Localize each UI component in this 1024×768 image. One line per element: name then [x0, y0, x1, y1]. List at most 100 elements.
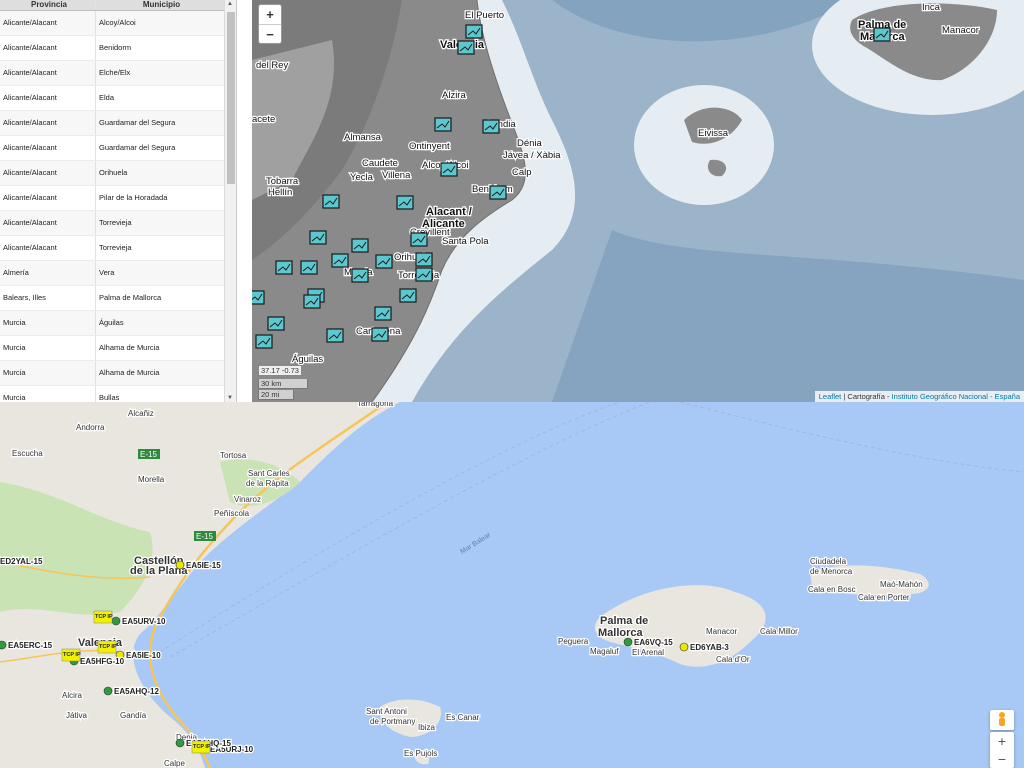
ign-zoom-out-button[interactable]: −: [259, 25, 281, 44]
cell-municipio: Torrevieja: [99, 218, 132, 227]
cell-municipio: Torrevieja: [99, 243, 132, 252]
table-row[interactable]: Alicante/Alacant Elche/Elx: [0, 61, 224, 86]
tcp-ip-tag[interactable]: TCP IP: [93, 610, 113, 624]
cell-provincia: Alicante/Alacant: [0, 236, 96, 260]
tcp-ip-tag[interactable]: TCP IP: [61, 648, 81, 662]
header-provincia[interactable]: Provincia: [0, 0, 96, 10]
station-marker-icon[interactable]: [300, 260, 318, 275]
google-place-label: Sant Carles: [248, 469, 290, 478]
station-marker-icon[interactable]: [309, 230, 327, 245]
station-marker-icon[interactable]: [873, 27, 891, 42]
google-zoom-control: + −: [990, 732, 1014, 768]
street-view-pegman-icon[interactable]: [990, 710, 1014, 730]
table-row[interactable]: Alicante/Alacant Guardamar del Segura: [0, 136, 224, 161]
station-marker-icon[interactable]: [331, 253, 349, 268]
table-row[interactable]: Murcia Águilas: [0, 311, 224, 336]
scroll-up-arrow-icon[interactable]: ▲: [227, 1, 233, 7]
cell-provincia: Alicante/Alacant: [0, 11, 96, 35]
ign-place-label: Hellín: [268, 187, 292, 198]
table-row[interactable]: Balears, Illes Palma de Mallorca: [0, 286, 224, 311]
station-marker-icon[interactable]: [374, 306, 392, 321]
ign-map[interactable]: El PuertoValenciadel ReyAlziraaceteGandi…: [252, 0, 1024, 402]
cell-provincia: Murcia: [0, 336, 96, 360]
ign-place-label: Inca: [922, 2, 941, 13]
header-municipio[interactable]: Municipio: [96, 0, 224, 10]
station-marker-icon[interactable]: [351, 268, 369, 283]
station-marker-icon[interactable]: [303, 294, 321, 309]
station-marker-icon[interactable]: [255, 334, 273, 349]
google-place-label: Sant Antoni: [366, 707, 407, 716]
ign-link[interactable]: Instituto Geográfico Nacional - España: [892, 392, 1020, 401]
tcp-ip-tag-label: TCP IP: [193, 744, 211, 750]
station-marker-icon[interactable]: [275, 260, 293, 275]
cell-provincia: Alicante/Alacant: [0, 111, 96, 135]
station-marker-icon[interactable]: [371, 327, 389, 342]
table-row[interactable]: Murcia Alhama de Murcia: [0, 361, 224, 386]
station-marker-icon[interactable]: [267, 316, 285, 331]
station-marker-icon[interactable]: [440, 162, 458, 177]
table-row[interactable]: Alicante/Alacant Torrevieja: [0, 211, 224, 236]
google-place-label: de Menorca: [810, 567, 853, 576]
station-marker-icon[interactable]: [326, 328, 344, 343]
station-marker-icon[interactable]: [434, 117, 452, 132]
google-place-label: Manacor: [706, 627, 737, 636]
station-marker-icon[interactable]: [489, 185, 507, 200]
table-row[interactable]: Almería Vera: [0, 261, 224, 286]
table-row[interactable]: Alicante/Alacant Torrevieja: [0, 236, 224, 261]
cell-municipio: Alhama de Murcia: [99, 343, 160, 352]
leaflet-link[interactable]: Leaflet: [819, 392, 842, 401]
station-marker-icon[interactable]: [375, 254, 393, 269]
station-marker-icon[interactable]: [252, 290, 265, 305]
aprs-station-label: EA5AHQ-12: [114, 687, 159, 696]
table-row[interactable]: Alicante/Alacant Pilar de la Horadada: [0, 186, 224, 211]
station-marker-icon[interactable]: [322, 194, 340, 209]
google-zoom-out-button[interactable]: −: [990, 750, 1014, 768]
ign-place-label: acete: [252, 114, 275, 125]
scroll-down-arrow-icon[interactable]: ▼: [227, 395, 233, 401]
google-map[interactable]: Tarragona Alcañiz Andorra Escucha Tortosa San…: [0, 402, 1024, 768]
google-map-canvas: TarragonaAlcañizAndorraEscucha TortosaSan…: [0, 402, 1024, 768]
tcp-ip-tag-label: TCP IP: [63, 652, 81, 658]
station-marker-icon[interactable]: [415, 252, 433, 267]
table-row[interactable]: Alicante/Alacant Elda: [0, 86, 224, 111]
cell-provincia: Alicante/Alacant: [0, 61, 96, 85]
station-marker-icon[interactable]: [465, 24, 483, 39]
cell-municipio: Vera: [99, 268, 115, 277]
table-row[interactable]: Murcia Bullas: [0, 386, 224, 402]
map-attribution: Leaflet | Cartografía - Instituto Geográ…: [814, 391, 1024, 402]
google-zoom-in-button[interactable]: +: [990, 732, 1014, 750]
table-row[interactable]: Alicante/Alacant Benidorm: [0, 36, 224, 61]
google-place-label: Alcira: [62, 691, 83, 700]
google-place-label: Es Pujols: [404, 749, 437, 758]
scrollbar-thumb[interactable]: [227, 12, 235, 184]
station-marker-icon[interactable]: [482, 119, 500, 134]
ign-place-label: El Puerto: [465, 10, 504, 21]
ign-place-label: Jávea / Xàbia: [503, 150, 561, 161]
table-row[interactable]: Murcia Alhama de Murcia: [0, 336, 224, 361]
cell-municipio: Alcoy/Alcoi: [99, 18, 136, 27]
table-header: Provincia Municipio: [0, 0, 224, 11]
ign-zoom-in-button[interactable]: +: [259, 5, 281, 25]
station-marker-icon[interactable]: [410, 232, 428, 247]
google-place-label: Es Canar: [446, 713, 480, 722]
station-marker-icon[interactable]: [457, 40, 475, 55]
tcp-ip-tag[interactable]: TCP IP: [191, 740, 211, 754]
table-row[interactable]: Alicante/Alacant Alcoy/Alcoi: [0, 11, 224, 36]
table-scrollbar[interactable]: ▲ ▼: [224, 0, 236, 402]
tcp-ip-tag[interactable]: TCP IP: [97, 640, 117, 654]
aprs-station-marker[interactable]: ED2YAL-15: [0, 556, 44, 568]
station-marker-icon[interactable]: [399, 288, 417, 303]
google-place-label: Cala Millor: [760, 627, 798, 636]
aprs-station-label: EA5HFG-10: [80, 657, 125, 666]
station-marker-icon[interactable]: [396, 195, 414, 210]
table-row[interactable]: Alicante/Alacant Orihuela: [0, 161, 224, 186]
tcp-ip-tag-label: TCP IP: [95, 614, 113, 620]
cell-provincia: Alicante/Alacant: [0, 161, 96, 185]
cell-provincia: Alicante/Alacant: [0, 36, 96, 60]
table-row[interactable]: Alicante/Alacant Guardamar del Segura: [0, 111, 224, 136]
station-marker-icon[interactable]: [351, 238, 369, 253]
google-place-label: Tortosa: [220, 451, 247, 460]
cell-provincia: Murcia: [0, 361, 96, 385]
station-marker-icon[interactable]: [415, 267, 433, 282]
aprs-station-marker[interactable]: EA5ERC-15: [0, 640, 54, 651]
